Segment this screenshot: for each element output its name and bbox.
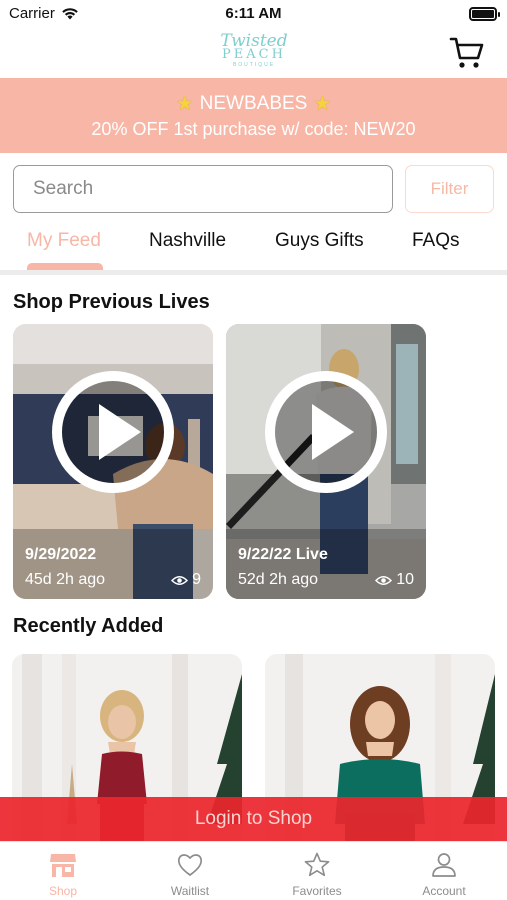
tab-my-feed[interactable]: My Feed xyxy=(27,230,101,252)
nav-favorites[interactable]: Favorites xyxy=(254,842,380,900)
promo-headline: NEWBABES xyxy=(199,92,308,114)
star-icon xyxy=(304,852,330,877)
status-bar: Carrier 6:11 AM xyxy=(0,0,507,30)
promo-subline: 20% OFF 1st purchase w/ code: NEW20 xyxy=(91,119,416,139)
view-count: 10 xyxy=(375,571,414,589)
nav-label: Account xyxy=(422,884,466,898)
nav-label: Favorites xyxy=(292,884,342,898)
battery-icon xyxy=(469,7,500,21)
search-input[interactable]: Search xyxy=(13,165,393,213)
status-time: 6:11 AM xyxy=(225,5,282,22)
promo-headline-row: ★ NEWBABES ★ xyxy=(0,91,507,116)
live-age: 45d 2h ago xyxy=(25,571,106,588)
cart-icon xyxy=(449,37,484,68)
play-icon xyxy=(265,371,387,493)
live-card[interactable]: 9/22/22 Live 52d 2h ago 10 xyxy=(226,324,426,599)
person-icon xyxy=(432,853,456,877)
nav-label: Waitlist xyxy=(170,884,210,898)
nav-account[interactable]: Account xyxy=(381,842,507,900)
logo-name: PEACH xyxy=(222,47,286,62)
tab-guys-gifts[interactable]: Guys Gifts xyxy=(275,230,364,252)
brand-logo: Twisted PEACH BOUTIQUE xyxy=(213,32,295,74)
storefront-icon xyxy=(50,854,76,877)
live-card[interactable]: 9/29/2022 45d 2h ago 9 xyxy=(13,324,213,599)
nav-shop[interactable]: Shop xyxy=(0,842,126,900)
view-count-value: 9 xyxy=(192,571,201,588)
heart-icon xyxy=(177,854,203,877)
play-icon xyxy=(52,371,174,493)
nav-waitlist[interactable]: Waitlist xyxy=(127,842,253,900)
bottom-nav: Shop Waitlist Favorites Account xyxy=(0,841,507,900)
live-date: 9/29/2022 xyxy=(25,546,97,563)
feed-tabs: My Feed Nashville Guys Gifts FAQs xyxy=(0,228,507,272)
login-to-shop-button[interactable]: Login to Shop xyxy=(0,797,507,841)
filter-button[interactable]: Filter xyxy=(405,165,494,213)
eye-icon xyxy=(375,575,393,585)
nav-label: Shop xyxy=(48,884,78,898)
promo-banner[interactable]: ★ NEWBABES ★ 20% OFF 1st purchase w/ cod… xyxy=(0,78,507,153)
eye-icon xyxy=(171,575,189,585)
app-header: Twisted PEACH BOUTIQUE xyxy=(0,30,507,78)
tab-nashville[interactable]: Nashville xyxy=(149,230,226,252)
search-placeholder: Search xyxy=(33,178,94,199)
tab-faqs[interactable]: FAQs xyxy=(412,230,460,252)
view-count: 9 xyxy=(171,571,201,589)
divider xyxy=(0,270,507,275)
live-age: 52d 2h ago xyxy=(238,571,319,588)
logo-sub: BOUTIQUE xyxy=(232,62,276,68)
star-icon: ★ xyxy=(175,93,194,115)
section-title-recently-added: Recently Added xyxy=(13,615,164,637)
live-date: 9/22/22 Live xyxy=(238,546,328,563)
view-count-value: 10 xyxy=(396,571,414,588)
star-icon: ★ xyxy=(313,93,332,115)
cart-button[interactable] xyxy=(449,36,485,70)
section-title-previous-lives: Shop Previous Lives xyxy=(13,291,210,313)
